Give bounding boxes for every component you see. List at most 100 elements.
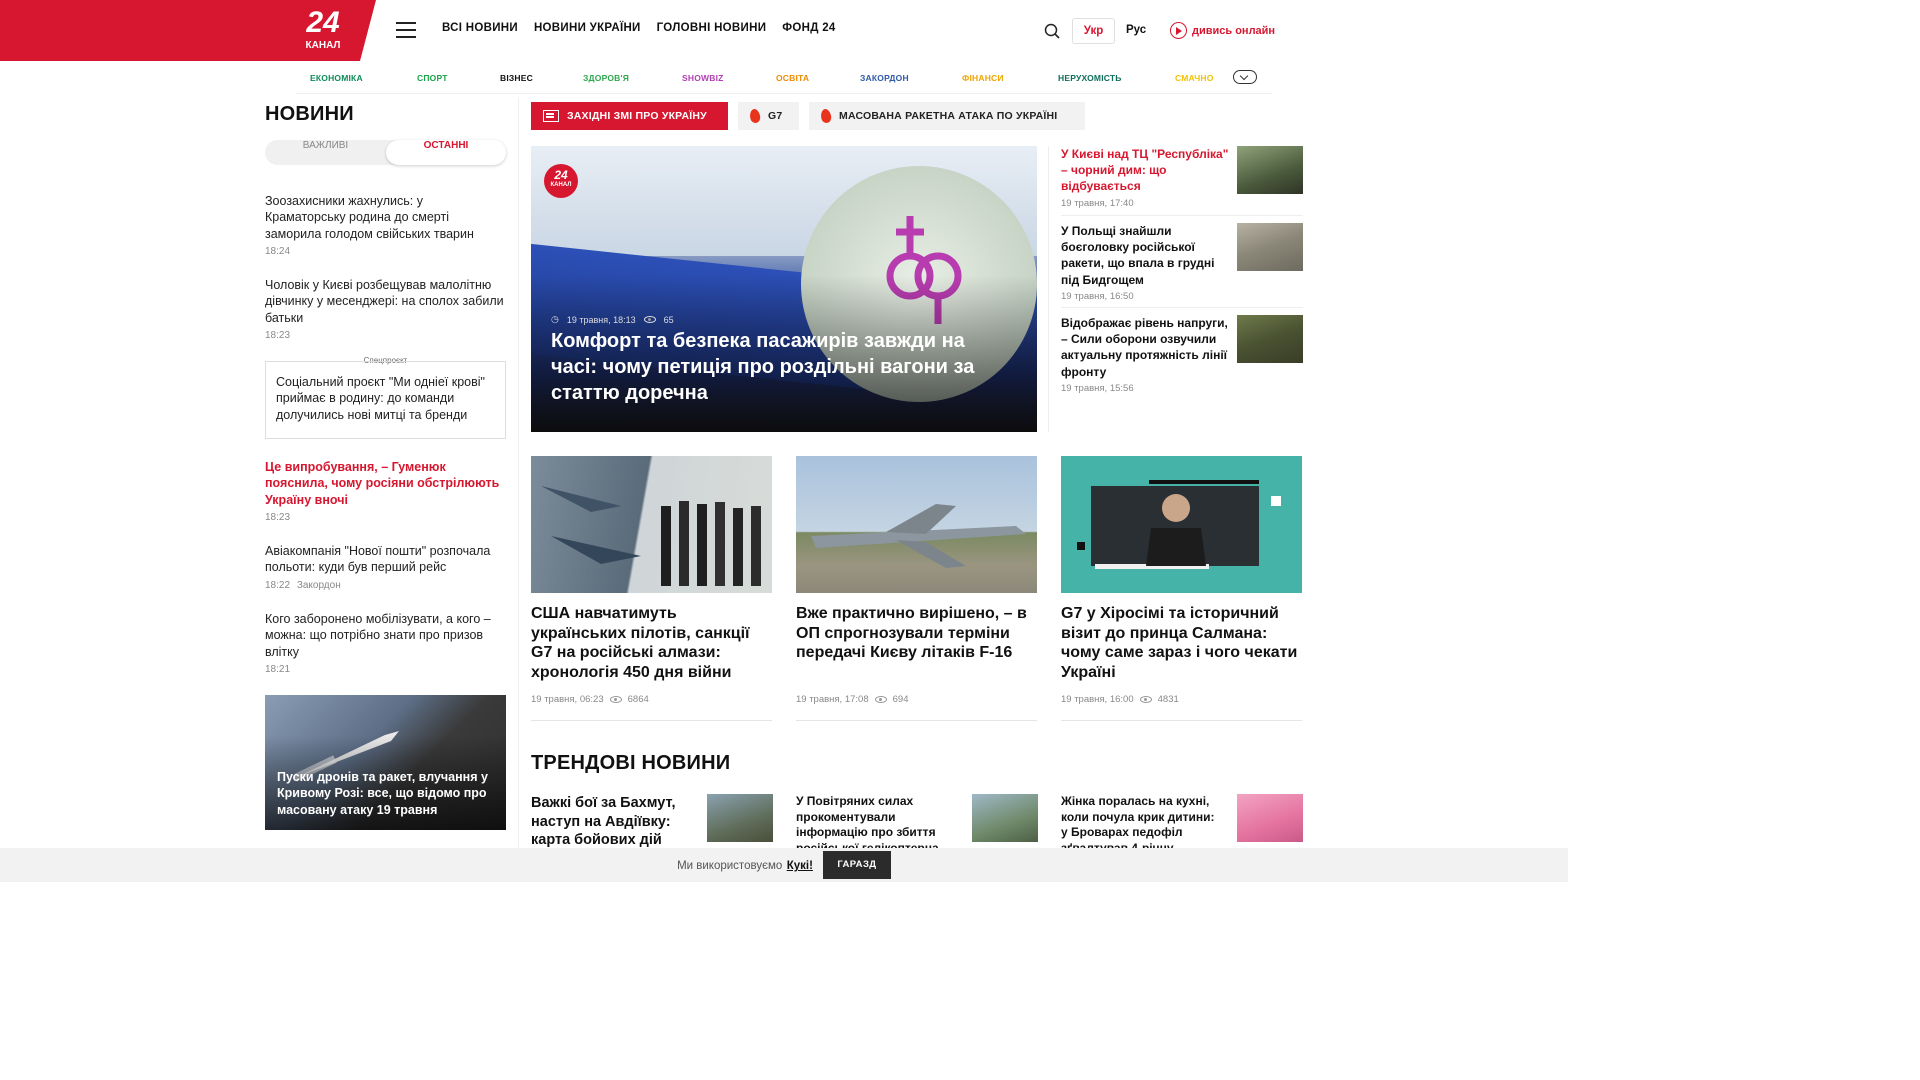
card-image: [531, 456, 772, 593]
f16-image: [811, 504, 1026, 568]
chevron-down-icon[interactable]: [1233, 70, 1257, 84]
child-thumbnail: [1237, 794, 1303, 842]
nav-all-news[interactable]: ВСІ НОВИНИ: [442, 22, 518, 34]
smoke-thumbnail: [1237, 146, 1303, 194]
nav-fund-24[interactable]: ФОНД 24: [782, 22, 835, 34]
column-divider: [1048, 146, 1049, 432]
news-card[interactable]: США навчатимуть українських пілотів, сан…: [531, 456, 772, 721]
zelensky-image: [1077, 480, 1281, 569]
top-header: 24 КАНАЛ ВСІ НОВИНИ НОВИНИ УКРАЇНИ ГОЛОВ…: [0, 0, 1568, 62]
column-divider: [518, 97, 519, 857]
jets-and-leaders-image: [541, 486, 761, 586]
card-title: G7 у Хіросімі та історичний візит до при…: [1061, 605, 1298, 681]
side-news-item[interactable]: У Польщі знайшли боєголовку російської р…: [1061, 223, 1303, 308]
side-news-title: У Києві над ТЦ "Республіка" – чорний дим…: [1061, 147, 1229, 194]
hamburger-menu-icon[interactable]: [396, 22, 416, 38]
feed-item-title: Це випробування, – Гуменюк пояснила, чом…: [265, 460, 500, 507]
trending-item[interactable]: У Повітряних силах прокоментували інформ…: [796, 794, 1038, 854]
tag-g7[interactable]: G7: [738, 102, 799, 130]
eye-icon: [643, 316, 656, 323]
feed-item-category[interactable]: Закордон: [297, 580, 341, 591]
category-tasty[interactable]: СМАЧНО: [1175, 73, 1214, 83]
nav-main-news[interactable]: ГОЛОВНІ НОВИНИ: [657, 22, 767, 34]
feed-item-time: 18:23: [265, 329, 291, 341]
cookie-banner: Ми використовуємо Кукі! ГАРАЗД: [0, 848, 1568, 882]
hero-views: 65: [663, 314, 674, 325]
photo-news-card[interactable]: Пуски дронів та ракет, влучання у Кривом…: [265, 695, 506, 830]
special-project-box[interactable]: Соціальний проєкт "Ми одніеї крові" прий…: [265, 361, 506, 439]
feed-item-time: 18:24: [265, 245, 291, 257]
watch-online-label: дивись онлайн: [1192, 24, 1276, 37]
photo-news-title: Пуски дронів та ракет, влучання у Кривом…: [277, 770, 488, 817]
news-section-title: НОВИНИ: [265, 103, 354, 125]
feed-item[interactable]: Зоозахисники жахнулись: у Краматорську р…: [265, 193, 506, 257]
trending-item[interactable]: Жінка поралась на кухні, коли почула кри…: [1061, 794, 1303, 854]
nav-ukraine-news[interactable]: НОВИНИ УКРАЇНИ: [534, 22, 641, 34]
side-news-item[interactable]: У Києві над ТЦ "Республіка" – чорний дим…: [1061, 146, 1303, 216]
side-news-time: 19 травня, 16:50: [1061, 291, 1134, 302]
play-icon: [1170, 22, 1187, 39]
tag-missile-attack[interactable]: МАСОВАНА РАКЕТНА АТАКА ПО УКРАЇНІ: [809, 102, 1085, 130]
eye-icon: [1139, 696, 1152, 703]
clock-icon: ◷: [551, 314, 559, 324]
category-education[interactable]: ОСВІТА: [776, 73, 809, 83]
feed-item-time: 18:23: [265, 511, 291, 523]
toggle-latest[interactable]: ОСТАННІ: [386, 140, 506, 165]
trending-item-title: Важкі бої за Бахмут, наступ на Авдіївку:…: [531, 795, 676, 854]
channel-badge: 24 КАНАЛ: [544, 164, 578, 198]
site-logo[interactable]: 24 КАНАЛ: [295, 8, 351, 56]
warhead-thumbnail: [1237, 223, 1303, 271]
cookie-text: Ми використовуємо Кукі!: [677, 856, 813, 874]
tag-label: МАСОВАНА РАКЕТНА АТАКА ПО УКРАЇНІ: [839, 110, 1058, 122]
card-title: США навчатимуть українських пілотів, сан…: [531, 605, 750, 681]
category-finance[interactable]: ФІНАНСИ: [962, 73, 1004, 83]
feed-item[interactable]: Кого заборонено мобілізувати, а кого – м…: [265, 611, 506, 675]
card-title: Вже практично вирішено, – в ОП спрогнозу…: [796, 605, 1027, 662]
category-realestate[interactable]: НЕРУХОМІСТЬ: [1058, 73, 1122, 83]
feed-item-title: Кого заборонено мобілізувати, а кого – м…: [265, 612, 491, 659]
tag-western-media[interactable]: ЗАХІДНІ ЗМІ ПРО УКРАЇНУ: [531, 102, 728, 130]
side-news-title: Відображає рівень напруги, – Сили оборон…: [1061, 316, 1228, 379]
side-news-item[interactable]: Відображає рівень напруги, – Сили оборон…: [1061, 315, 1303, 400]
cookie-accept-button[interactable]: ГАРАЗД: [822, 851, 891, 879]
feed-item[interactable]: Це випробування, – Гуменюк пояснила, чом…: [265, 459, 506, 523]
lang-rus-button[interactable]: Рус: [1126, 24, 1146, 36]
logo-number: 24: [306, 6, 340, 39]
cookie-message: Ми використовуємо: [677, 860, 783, 872]
card-meta: 19 травня, 06:23 6864: [531, 694, 649, 705]
feed-item-title: Авіакомпанія "Нової пошти" розпочала пол…: [265, 544, 491, 575]
newspaper-icon: [543, 110, 559, 122]
tag-label: ЗАХІДНІ ЗМІ ПРО УКРАЇНУ: [567, 110, 707, 122]
side-news-time: 19 травня, 17:40: [1061, 198, 1134, 209]
feed-item-meta: 18:22 Закордон: [265, 580, 506, 591]
category-sport[interactable]: СПОРТ: [417, 73, 448, 83]
logo-word: КАНАЛ: [305, 40, 341, 51]
category-business[interactable]: ВІЗНЕС: [500, 73, 533, 83]
card-image: [796, 456, 1037, 593]
toggle-important[interactable]: ВАЖЛИВІ: [265, 140, 386, 165]
badge-number: 24: [554, 168, 568, 182]
trending-item[interactable]: Важкі бої за Бахмут, наступ на Авдіївку:…: [531, 794, 773, 854]
soldiers-thumbnail: [1237, 315, 1303, 363]
category-economy[interactable]: ЕКОНОМІКА: [310, 73, 363, 83]
side-news-title: У Польщі знайшли боєголовку російської р…: [1061, 224, 1215, 287]
feed-item-title: Зоозахисники жахнулись: у Краматорську р…: [265, 194, 474, 241]
search-icon[interactable]: [1044, 23, 1060, 39]
air-force-thumbnail: [972, 794, 1038, 842]
category-abroad[interactable]: ЗАКОРДОН: [860, 73, 909, 83]
trending-item-title: У Повітряних силах прокоментували інформ…: [796, 794, 939, 854]
category-health[interactable]: ЗДОРОВ'Я: [583, 73, 629, 83]
watch-online-link[interactable]: дивись онлайн: [1170, 22, 1275, 39]
card-image: [1061, 456, 1302, 593]
news-card[interactable]: Вже практично вирішено, – в ОП спрогнозу…: [796, 456, 1037, 721]
lang-ukr-button[interactable]: Укр: [1072, 18, 1115, 44]
cookie-link[interactable]: Кукі!: [787, 860, 813, 872]
eye-icon: [874, 696, 887, 703]
category-showbiz[interactable]: SHOWBIZ: [682, 73, 724, 83]
news-card[interactable]: G7 у Хіросімі та історичний візит до при…: [1061, 456, 1302, 721]
feed-item[interactable]: Чоловік у Києві розбещував малолітню дів…: [265, 277, 506, 341]
feed-item[interactable]: Авіакомпанія "Нової пошти" розпочала пол…: [265, 543, 506, 591]
fire-icon: [748, 108, 762, 124]
hero-title: Комфорт та безпека пасажирів завжди на ч…: [551, 330, 975, 404]
hero-article[interactable]: 24 КАНАЛ ◷ 19 травня, 18:13 65 Комфорт т…: [531, 146, 1037, 432]
